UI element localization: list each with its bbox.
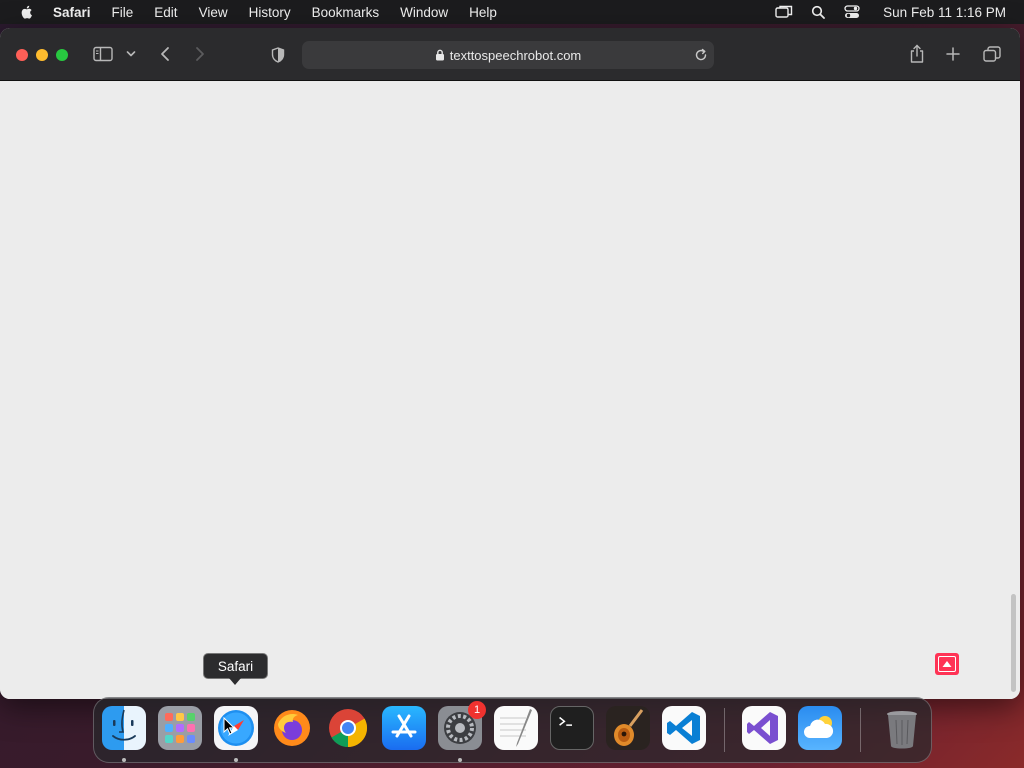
scroll-up-icon [938,656,956,672]
running-indicator-system-preferences [458,758,462,762]
lock-icon [435,49,445,61]
menu-bar-clock[interactable]: Sun Feb 11 1:16 PM [883,5,1006,20]
terminal-icon [559,716,572,726]
reload-icon[interactable] [693,47,709,63]
mouse-pointer-icon [223,717,235,735]
vscode-icon [667,712,700,744]
menu-bar: Safari File Edit View History Bookmarks … [0,0,1024,24]
sidebar-toggle-icon[interactable] [92,45,114,63]
menu-window[interactable]: Window [400,5,448,20]
menu-app-name[interactable]: Safari [53,5,91,20]
app-store-icon [391,714,417,738]
dock-app-firefox[interactable] [270,706,314,750]
dock-app-textedit[interactable] [494,706,538,750]
menu-file[interactable]: File [112,5,134,20]
dock-app-trash[interactable] [880,706,924,750]
close-window-button[interactable] [16,49,28,61]
safari-window: texttospeechrobot.com [0,28,1020,699]
dock [93,697,932,763]
dock-tooltip: Safari [203,653,268,679]
apple-menu-icon[interactable] [19,4,35,20]
dock-app-app-store[interactable] [382,706,426,750]
system-preferences-badge: 1 [468,701,486,719]
textedit-icon [500,709,532,747]
dock-separator [724,708,725,752]
dock-app-garageband[interactable] [606,706,650,750]
menu-edit[interactable]: Edit [154,5,177,20]
launchpad-icon [165,713,195,743]
new-tab-plus-icon[interactable] [945,46,961,62]
dock-tooltip-arrow [229,678,241,685]
visual-studio-icon [747,712,778,744]
screen-mirroring-icon[interactable] [775,4,793,20]
dock-app-chrome[interactable] [326,706,370,750]
menu-bookmarks[interactable]: Bookmarks [312,5,380,20]
firefox-icon [274,710,310,746]
dock-separator [860,708,861,752]
dock-app-weather[interactable] [798,706,842,750]
scroll-to-top-button[interactable] [935,653,959,675]
scrollbar-thumb[interactable] [1011,594,1016,692]
menu-history[interactable]: History [249,5,291,20]
privacy-report-shield-icon[interactable] [270,46,286,63]
url-text: texttospeechrobot.com [449,47,582,63]
share-icon[interactable] [908,44,926,64]
forward-arrow-icon[interactable] [193,45,207,63]
trash-icon [887,711,917,749]
menu-view[interactable]: View [199,5,228,20]
weather-icon [804,716,834,738]
browser-toolbar: texttospeechrobot.com [0,28,1020,81]
running-indicator-finder [122,758,126,762]
finder-icon [112,709,136,741]
tab-overview-icon[interactable] [982,45,1002,63]
dock-app-finder[interactable] [102,706,146,750]
garageband-icon [614,709,644,746]
address-bar[interactable]: texttospeechrobot.com [302,41,714,69]
web-page-content[interactable] [0,82,1020,699]
chevron-down-icon[interactable] [125,48,137,60]
chrome-icon [329,709,368,748]
dock-app-safari[interactable] [214,706,258,750]
dock-tooltip-label: Safari [217,658,254,674]
spotlight-search-icon[interactable] [809,4,827,20]
dock-app-launchpad[interactable] [158,706,202,750]
dock-app-terminal[interactable] [550,706,594,750]
back-arrow-icon[interactable] [158,45,172,63]
maximize-window-button[interactable] [56,49,68,61]
minimize-window-button[interactable] [36,49,48,61]
safari-icon [218,710,254,746]
dock-app-vscode[interactable] [662,706,706,750]
control-center-icon[interactable] [843,4,861,20]
menu-help[interactable]: Help [469,5,497,20]
running-indicator-safari [234,758,238,762]
dock-app-visual-studio[interactable] [742,706,786,750]
